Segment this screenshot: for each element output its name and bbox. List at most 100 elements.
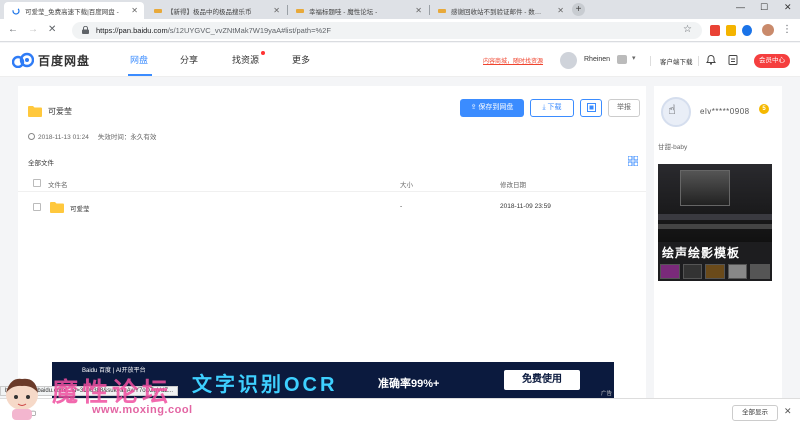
column-name[interactable]: 文件名 xyxy=(48,179,68,189)
save-to-netdisk-button[interactable]: ⇪ 保存到网盘 xyxy=(460,99,524,117)
ad-label: 广告 xyxy=(600,391,612,397)
sidebar-ad[interactable]: 绘声绘影模板 xyxy=(658,164,772,281)
ad-thumbnails xyxy=(658,264,772,281)
share-meta: 2018-11-13 01:24 失效时间：永久有效 xyxy=(28,131,156,141)
qrcode-button[interactable] xyxy=(580,99,602,117)
extension-pdf-icon[interactable] xyxy=(710,25,720,36)
save-button-label: 保存到网盘 xyxy=(478,104,514,111)
expiry-text: 失效时间：永久有效 xyxy=(97,134,157,141)
loading-icon xyxy=(12,6,20,15)
share-panel: 可爱莹 2018-11-13 01:24 失效时间：永久有效 ⇪ 保存到网盘 ⤓ … xyxy=(18,86,646,398)
browser-tab[interactable]: 幸福标题哇 - 魔性论坛 - ✕ xyxy=(288,2,428,19)
ad-timeline-track xyxy=(658,214,772,220)
url-host: https://pan.baidu.com xyxy=(96,26,168,35)
hand-cursor-icon: ☝ xyxy=(668,102,676,117)
column-date[interactable]: 修改日期 xyxy=(500,179,526,189)
handshake-icon xyxy=(438,7,446,15)
ad-video-editor-image xyxy=(658,164,772,242)
browser-tab[interactable]: 【新得】极品中的极品搜乐币 ✕ xyxy=(146,2,286,19)
banner-rate: 准确率99%+ xyxy=(378,378,440,390)
client-download-link[interactable]: 客户端下载 xyxy=(660,56,693,66)
nav-netdisk[interactable]: 网盘 xyxy=(130,53,148,66)
sharer-avatar[interactable] xyxy=(661,97,691,127)
tab-title: 可爱莹_免费高速下载|百度网盘 - xyxy=(25,8,119,16)
clock-icon xyxy=(28,133,35,140)
nav-active-indicator xyxy=(128,74,152,76)
handshake-icon xyxy=(154,7,162,15)
vip-center-button[interactable]: 会员中心 xyxy=(754,54,790,68)
user-avatar[interactable] xyxy=(560,52,577,69)
divider xyxy=(650,56,651,66)
tab-title: 感谢回收站不到验证邮件 - 数… xyxy=(451,8,542,16)
ad-thumbnail[interactable] xyxy=(705,264,725,279)
ad-thumbnail[interactable] xyxy=(750,264,770,279)
divider xyxy=(698,56,699,66)
username[interactable]: Rheinen xyxy=(584,56,610,63)
close-tab-icon[interactable]: ✕ xyxy=(557,6,564,15)
ad-thumbnail[interactable] xyxy=(660,264,680,279)
created-time: 2018-11-13 01:24 xyxy=(38,134,89,141)
vip-level-badge: 5 xyxy=(759,104,769,114)
download-button-label: 下载 xyxy=(547,104,562,111)
app-header: 百度网盘 网盘 分享 找资源 更多 内容商城，随时找资源 Rheinen ▾ 客… xyxy=(0,43,800,77)
close-tab-icon[interactable]: ✕ xyxy=(131,6,138,15)
file-date: 2018-11-09 23:59 xyxy=(500,203,551,210)
sharer-sidebar: ☝ elv*****0908 5 甘甜-baby 绘声绘影模板 xyxy=(654,86,782,398)
folder-icon xyxy=(50,202,64,213)
ad-thumbnail[interactable] xyxy=(682,264,703,279)
banner-cta-button[interactable]: 免费使用 xyxy=(504,370,580,390)
show-all-downloads-button[interactable]: 全部显示 xyxy=(732,405,778,421)
file-table-header: 文件名 大小 修改日期 xyxy=(18,174,646,192)
banner-headline: 文字识别OCR xyxy=(192,374,338,396)
ad-thumbnail[interactable] xyxy=(727,264,748,279)
menu-kebab-icon[interactable]: ⋮ xyxy=(782,24,792,35)
maximize-button[interactable]: ☐ xyxy=(760,2,768,13)
folder-icon xyxy=(28,106,42,117)
browser-tab-active[interactable]: 可爱莹_免费高速下载|百度网盘 - ✕ xyxy=(4,2,144,19)
table-row[interactable]: 可爱莹 - 2018-11-09 23:59 xyxy=(18,197,646,217)
ad-timeline-track xyxy=(658,224,772,229)
nav-more[interactable]: 更多 xyxy=(292,53,310,66)
address-bar[interactable]: https://pan.baidu.com/s/12UYGVC_vvZNtMak… xyxy=(72,22,702,39)
handshake-icon xyxy=(296,7,304,15)
bookmark-star-icon[interactable]: ☆ xyxy=(683,24,692,35)
nav-share[interactable]: 分享 xyxy=(180,53,198,66)
qrcode-icon xyxy=(586,103,596,112)
lock-icon xyxy=(82,26,89,34)
close-window-button[interactable]: ✕ xyxy=(784,2,792,13)
file-size: - xyxy=(400,203,403,210)
close-download-shelf-icon[interactable]: ✕ xyxy=(784,406,792,417)
tab-title: 幸福标题哇 - 魔性论坛 - xyxy=(309,8,378,16)
minimize-button[interactable]: — xyxy=(736,2,745,12)
profile-avatar-icon[interactable] xyxy=(762,24,774,36)
select-all-checkbox[interactable] xyxy=(33,179,41,187)
file-name[interactable]: 可爱莹 xyxy=(70,203,90,213)
close-tab-icon[interactable]: ✕ xyxy=(415,6,422,15)
promo-link[interactable]: 内容商城，随时找资源 xyxy=(483,56,543,65)
url-text: https://pan.baidu.com/s/12UYGVC_vvZNtMak… xyxy=(96,26,331,35)
vip-diamond-icon xyxy=(617,55,627,64)
close-tab-icon[interactable]: ✕ xyxy=(273,6,280,15)
browser-tab-strip: 可爱莹_免费高速下载|百度网盘 - ✕ 【新得】极品中的极品搜乐币 ✕ 幸福标题… xyxy=(0,0,800,19)
back-icon[interactable]: ← xyxy=(8,24,18,35)
sharer-subtitle: 甘甜-baby xyxy=(658,144,688,151)
clipboard-icon[interactable] xyxy=(728,54,738,65)
browser-tab[interactable]: 感谢回收站不到验证邮件 - 数… ✕ xyxy=(430,2,570,19)
stop-loading-icon[interactable]: ✕ xyxy=(48,24,56,35)
chevron-down-icon[interactable]: ▾ xyxy=(632,54,636,62)
report-button[interactable]: 举报 xyxy=(608,99,640,117)
breadcrumb-all-files[interactable]: 全部文件 xyxy=(28,157,54,167)
share-title: 可爱莹 xyxy=(48,107,72,116)
row-checkbox[interactable] xyxy=(33,203,41,211)
ad-title: 绘声绘影模板 xyxy=(662,246,741,260)
download-button[interactable]: ⤓ 下载 xyxy=(530,99,574,117)
nav-find-resources[interactable]: 找资源 xyxy=(232,53,259,66)
grid-view-icon[interactable] xyxy=(628,156,638,166)
extension-sync-icon[interactable] xyxy=(742,25,752,36)
sharer-name[interactable]: elv*****0908 xyxy=(700,107,750,116)
forward-icon[interactable]: → xyxy=(28,24,38,35)
column-size[interactable]: 大小 xyxy=(400,179,413,189)
bell-icon[interactable] xyxy=(706,54,716,65)
new-tab-button[interactable]: + xyxy=(572,3,585,16)
extension-ad-icon[interactable] xyxy=(726,25,736,36)
